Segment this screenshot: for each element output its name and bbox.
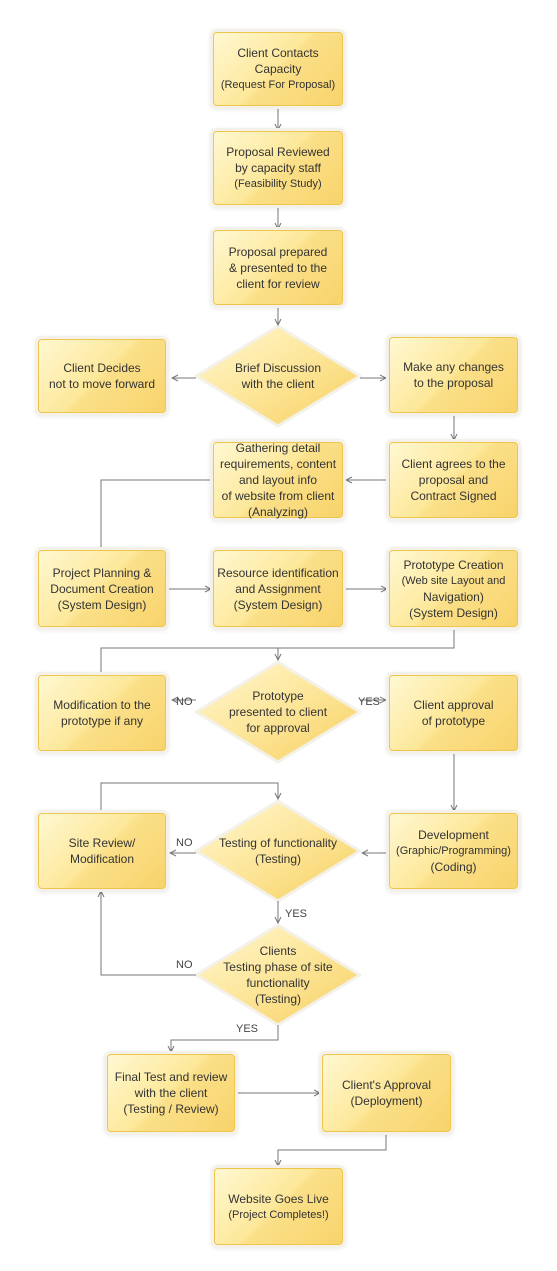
node-text-line: Client Contacts: [237, 46, 319, 60]
node-text-line: Prototype: [252, 689, 304, 703]
connector-arrow: [171, 1025, 279, 1052]
node-text-line: Testing of functionality: [218, 836, 338, 850]
node-text-line: functionality: [246, 976, 310, 990]
node-text-line: (Request For Proposal): [220, 79, 336, 91]
node-text-line: of prototype: [421, 714, 486, 728]
node-text-line: (System Design): [57, 597, 147, 612]
node-text-line: (Testing): [254, 852, 301, 866]
node-text-line: client for review: [236, 276, 320, 291]
node-text-line: Make any changes: [403, 360, 504, 374]
node-text-line: by capacity staff: [235, 161, 321, 175]
node-text-line: (System Design): [233, 597, 323, 612]
node-text-line: Testing phase of site: [223, 960, 333, 974]
node-text-line: (Web site Layout and: [401, 574, 506, 587]
process-box-client-approval-prototype: Client approval of prototype: [389, 675, 518, 751]
node-text-line: proposal and: [418, 473, 489, 487]
node-text-line: Proposal Reviewed: [226, 145, 330, 159]
node-text-line: not to move forward: [48, 377, 156, 391]
node-text-line: (Testing / Review): [123, 1102, 219, 1116]
process-box-modification-prototype: Modification to the prototype if any: [38, 675, 166, 751]
connector-arrow: [100, 479, 213, 548]
node-text-line: Client Decides: [63, 361, 141, 375]
node-text-line: Prototype Creation: [403, 557, 504, 572]
node-text-line: Resource identification: [217, 565, 339, 580]
node-text-line: Brief Discussion: [234, 361, 322, 375]
node-text-line: Contract Signed: [410, 489, 497, 503]
node-text-line: (Testing): [254, 992, 301, 1006]
edge-label-no: NO: [176, 837, 193, 849]
node-text-line: Proposal prepared: [228, 244, 328, 259]
node-text-line: Document Creation: [50, 581, 154, 596]
node-text-line: prototype if any: [60, 714, 144, 728]
process-box-gathering: Gathering detail requirements, content and…: [213, 441, 343, 519]
process-box-prototype-creation: Prototype Creation (Web site Layout and Na…: [389, 550, 518, 627]
node-text-line: (Graphic/Programming): [396, 845, 511, 857]
node-text-line: Gathering detail: [235, 441, 321, 455]
node-text-line: and layout info: [238, 473, 318, 487]
process-box-make-changes: Make any changes to the proposal: [389, 337, 518, 413]
node-text-line: Site Review/: [68, 836, 136, 850]
node-text-line: requirements, content: [219, 457, 337, 471]
node-text-line: Client agrees to the: [401, 457, 506, 471]
decision-testing-functionality-text: Testing of functionality (Testing): [196, 801, 360, 901]
process-box-resource-identification: Resource identification and Assignment (Sy…: [213, 550, 343, 627]
process-box-clients-approval: Client's Approval (Deployment): [322, 1054, 451, 1132]
process-box-proposal-reviewed: Proposal Reviewed by capacity staff (Feasi…: [213, 131, 343, 205]
node-text-line: Navigation): [423, 589, 484, 604]
node-text-line: Client's Approval: [341, 1078, 431, 1092]
node-text-line: (Coding): [430, 860, 477, 874]
node-text-line: (Analyzing): [247, 505, 309, 519]
node-text-line: with the client: [241, 377, 315, 391]
process-box-client-decides: Client Decides not to move forward: [38, 339, 166, 413]
node-text-line: Client approval: [413, 698, 494, 712]
node-text-line: & presented to the: [228, 260, 328, 275]
process-box-development: Development (Graphic/Programming) (Coding): [389, 813, 518, 889]
edge-label-no: NO: [176, 959, 193, 971]
node-text-line: Capacity: [254, 62, 302, 76]
node-text-line: Project Planning &: [52, 565, 152, 580]
node-text-line: Website Goes Live: [228, 1191, 329, 1206]
process-box-project-planning: Project Planning & Document Creation (Syst…: [38, 550, 166, 627]
process-box-final-test: Final Test and review with the client (Tes…: [107, 1054, 235, 1132]
process-box-site-review: Site Review/Modification: [38, 813, 166, 889]
edge-label-no: NO: [176, 696, 193, 708]
edge-label-yes: YES: [285, 908, 308, 920]
node-text-line: (Deployment): [350, 1094, 423, 1108]
node-text-line: and Assignment: [235, 581, 321, 596]
process-box-client-agrees: Client agrees to the proposal and Contract…: [389, 442, 518, 518]
node-text-line: (Feasibility Study): [234, 178, 322, 190]
node-text-line: (Project Completes!): [228, 1208, 329, 1221]
decision-prototype-presented-text: Prototype presented to client for approval: [196, 662, 360, 762]
decision-clients-testing-text: Clients Testing phase of site functionalit…: [196, 925, 360, 1025]
node-text-line: with the client: [134, 1086, 208, 1100]
node-text-line: for approval: [246, 721, 310, 735]
process-box-client-contacts: Client Contacts Capacity (Request For Prop…: [213, 32, 343, 106]
process-box-proposal-prepared: Proposal prepared & presented to the clien…: [213, 230, 343, 305]
node-text-line: Development: [418, 828, 489, 842]
node-text-line: of website from client: [221, 489, 335, 503]
node-text-line: Modification: [69, 852, 135, 866]
edge-label-yes: YES: [358, 696, 381, 708]
node-text-line: presented to client: [228, 705, 328, 719]
decision-brief-discussion-text: Brief Discussion with the client: [196, 326, 360, 426]
node-text-line: Final Test and review: [114, 1070, 228, 1084]
process-box-website-live: Website Goes Live (Project Completes!): [214, 1168, 343, 1245]
node-text-line: (System Design): [409, 605, 498, 620]
connector-arrow: [278, 1132, 387, 1166]
flowchart: NO YES NO YES NO YES Client Contacts Capa…: [0, 0, 557, 1271]
node-text-line: Modification to the: [53, 698, 151, 712]
node-text-line: Clients: [259, 944, 297, 958]
node-text-line: to the proposal: [413, 376, 494, 390]
